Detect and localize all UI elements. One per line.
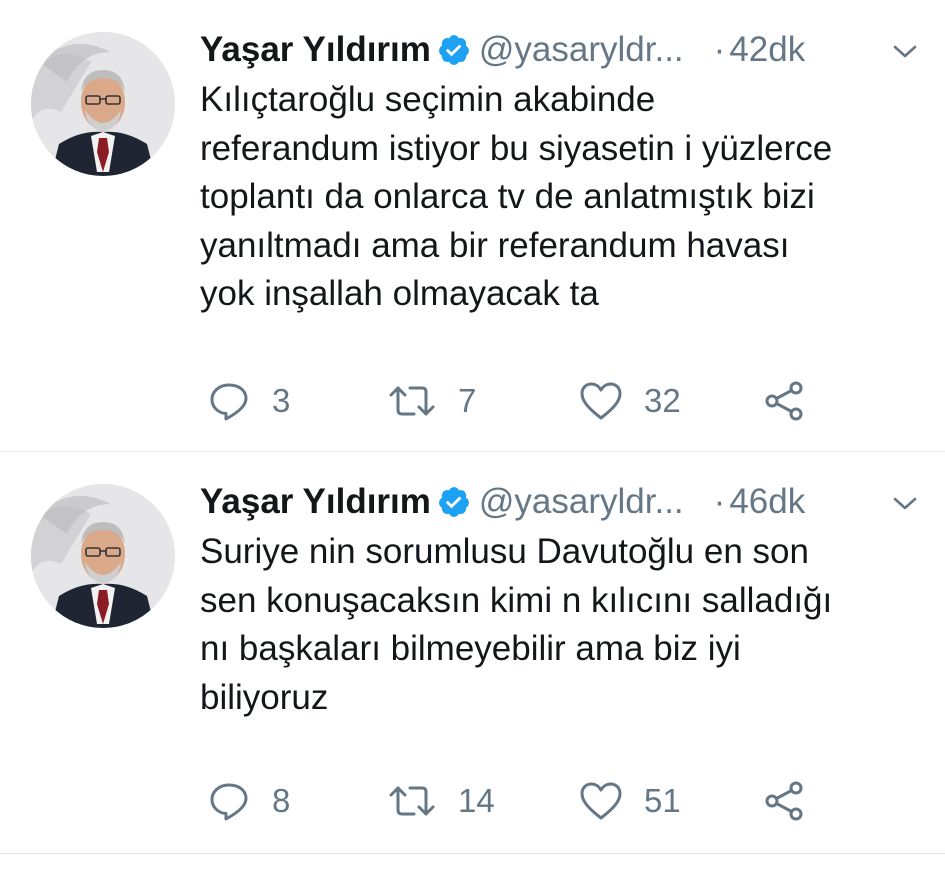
verified-badge-icon [437,485,471,519]
retweet-count: 7 [458,382,477,419]
tweet-text-line: nı başkaları bilmeyebilir ama biz iyi [200,629,741,668]
like-count: 51 [644,782,681,819]
heart-icon [580,382,622,420]
avatar[interactable] [31,32,175,176]
tweet-actions: 8 14 51 [200,778,920,824]
heart-icon [580,782,622,820]
tweet-text-line: Kılıçtaroğlu seçimin akabinde [200,80,656,119]
tweet-text-line: yanıltmadı ama bir referandum havası [200,225,790,265]
timestamp[interactable]: 46dk [729,482,805,522]
author-name[interactable]: Yaşar Yıldırım [200,482,431,522]
retweet-button[interactable]: 7 [386,378,476,424]
tweet-text-line: biliyoruz [200,677,329,717]
chevron-down-icon[interactable] [890,36,920,66]
author-name[interactable]: Yaşar Yıldırım [200,30,431,70]
avatar-photo [31,484,175,628]
timestamp[interactable]: 42dk [729,30,805,70]
tweet-actions: 3 7 32 [200,378,920,424]
reply-icon [210,783,248,821]
reply-button[interactable]: 8 [206,778,290,824]
separator-dot: · [713,30,726,69]
tweet-text-line: sen konuşacaksın kimi n kılıcını salladı… [200,580,833,620]
verified-badge-icon [437,33,471,67]
retweet-icon [389,386,435,416]
avatar[interactable] [31,484,175,628]
share-button[interactable] [762,378,808,424]
avatar-photo [31,32,175,176]
author-handle[interactable]: @yasaryldr... [479,30,684,70]
tweet[interactable]: Yaşar Yıldırım @yasaryldr... · 46dk Suri… [0,452,945,854]
chevron-down-icon[interactable] [890,488,920,518]
tweet-header: Yaşar Yıldırım @yasaryldr... · 42dk [200,28,920,72]
like-count: 32 [644,382,681,419]
tweet-text: Suriye nin sorumlusu Davutoğlu en son se… [200,528,920,722]
share-icon [765,381,803,421]
like-button[interactable]: 51 [578,778,681,824]
tweet-text-line: Suriye nin sorumlusu Davutoğlu en son [200,532,809,571]
share-icon [765,781,803,821]
like-button[interactable]: 32 [578,378,681,424]
tweet-text-line: toplantı da onlarca tv de anlatmıştık bi… [200,177,815,216]
tweet-text-line: referandum istiyor bu siyasetin i yüzler… [200,128,833,168]
retweet-button[interactable]: 14 [386,778,495,824]
tweet-header: Yaşar Yıldırım @yasaryldr... · 46dk [200,480,920,524]
reply-count: 3 [272,382,291,419]
author-handle[interactable]: @yasaryldr... [479,482,684,522]
retweet-icon [389,786,435,816]
reply-icon [210,383,248,421]
retweet-count: 14 [458,782,495,819]
share-button[interactable] [762,778,808,824]
reply-count: 8 [272,782,291,819]
tweet-text: Kılıçtaroğlu seçimin akabinde referandum… [200,76,920,319]
tweet[interactable]: Yaşar Yıldırım @yasaryldr... · 42dk Kılı… [0,0,945,452]
reply-button[interactable]: 3 [206,378,290,424]
separator-dot: · [713,482,726,521]
tweet-text-line: yok inşallah olmayacak ta [200,274,599,313]
